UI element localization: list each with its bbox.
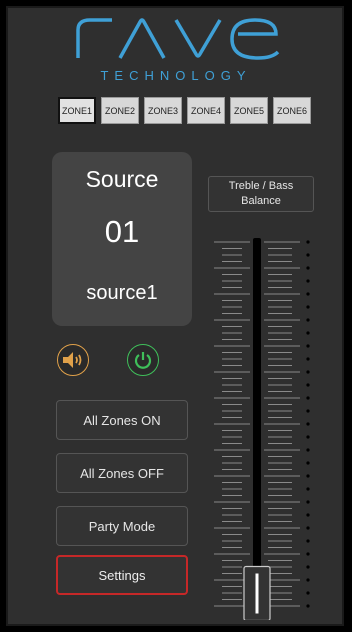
zone-tabs: ZONE1 ZONE2 ZONE3 ZONE4 ZONE5 ZONE6 (58, 97, 311, 124)
tab-zone3[interactable]: ZONE3 (144, 97, 182, 124)
all-zones-on-button[interactable]: All Zones ON (56, 400, 188, 440)
tab-zone2[interactable]: ZONE2 (101, 97, 139, 124)
slider-dot (306, 279, 310, 283)
slider-dot (306, 409, 310, 413)
volume-slider[interactable] (214, 232, 322, 620)
slider-dot (306, 539, 310, 543)
slider-dot (306, 253, 310, 257)
settings-button[interactable]: Settings (56, 555, 188, 595)
slider-dot (306, 422, 310, 426)
source-name: source1 (86, 282, 158, 304)
slider-dot (306, 578, 310, 582)
slider-dot (306, 344, 310, 348)
mute-button[interactable] (57, 344, 89, 376)
slider-dot (306, 591, 310, 595)
treble-bass-label: Treble / Bass (228, 180, 294, 192)
slider-track (253, 238, 261, 616)
party-mode-button[interactable]: Party Mode (56, 506, 188, 546)
slider-dot (306, 461, 310, 465)
slider-dot (306, 240, 310, 244)
brand-tagline: TECHNOLOGY (100, 68, 252, 83)
slider-dot (306, 292, 310, 296)
all-zones-off-button[interactable]: All Zones OFF (56, 453, 188, 493)
source-card[interactable]: Source 01 source1 (52, 152, 192, 326)
slider-dot (306, 604, 310, 608)
slider-dot (306, 513, 310, 517)
speaker-icon (63, 352, 82, 368)
slider-dot (306, 526, 310, 530)
slider-dot (306, 357, 310, 361)
slider-dot (306, 305, 310, 309)
source-title: Source (85, 166, 159, 192)
source-number: 01 (104, 214, 140, 249)
tab-zone1[interactable]: ZONE1 (58, 97, 96, 124)
slider-dot (306, 565, 310, 569)
slider-dot (306, 383, 310, 387)
slider-dot (306, 396, 310, 400)
slider-dot (306, 474, 310, 478)
slider-dot (306, 370, 310, 374)
slider-dot (306, 266, 310, 270)
balance-label: Balance (241, 195, 281, 207)
slider-dot (306, 500, 310, 504)
rave-logo (76, 18, 280, 60)
slider-dot (306, 552, 310, 556)
slider-dot (306, 435, 310, 439)
tab-zone6[interactable]: ZONE6 (273, 97, 311, 124)
slider-dot (306, 331, 310, 335)
slider-dot (306, 448, 310, 452)
slider-dot (306, 318, 310, 322)
power-icon (134, 352, 152, 369)
power-button[interactable] (127, 344, 159, 376)
slider-dot (306, 487, 310, 491)
treble-bass-button[interactable]: Treble / Bass Balance (208, 176, 314, 212)
tab-zone5[interactable]: ZONE5 (230, 97, 268, 124)
tab-zone4[interactable]: ZONE4 (187, 97, 225, 124)
